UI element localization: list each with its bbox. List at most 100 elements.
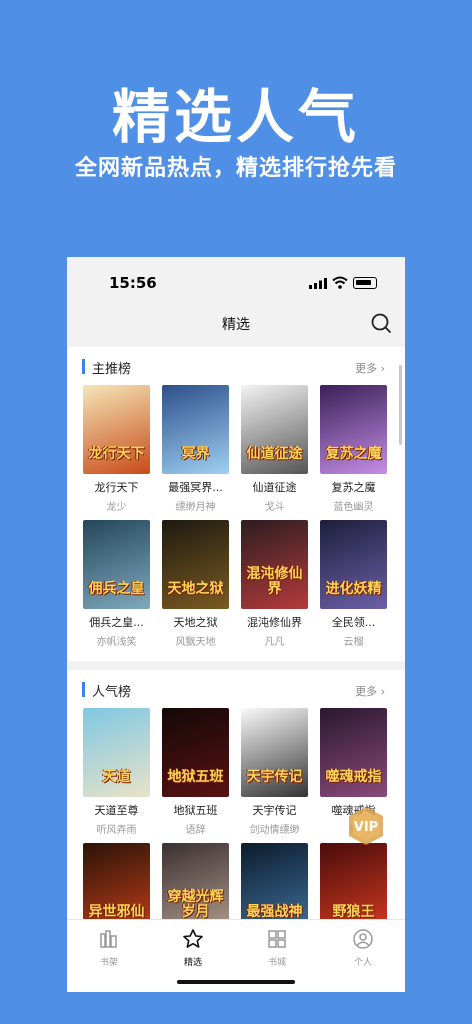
book-cover[interactable]: 噬魂戒指: [320, 708, 387, 797]
status-bar: 15:56: [67, 257, 405, 307]
book-cover[interactable]: 龙行天下: [83, 385, 150, 474]
book-cover[interactable]: 穿越光辉岁月: [162, 843, 229, 919]
book-title: 全民领...: [331, 616, 376, 629]
book-cover[interactable]: 异世邪仙: [83, 843, 150, 919]
book-cover[interactable]: 进化妖精: [320, 520, 387, 609]
book-item[interactable]: 穿越光辉岁月: [162, 843, 229, 919]
tab-grid[interactable]: 书城: [247, 928, 307, 968]
book-title: 佣兵之皇...: [89, 616, 144, 629]
book-cover[interactable]: 复苏之魔: [320, 385, 387, 474]
section-accent-bar: [82, 359, 85, 374]
book-item[interactable]: 天地之狱 天地之狱 风飘天地: [162, 520, 229, 655]
cover-title-art: 佣兵之皇: [88, 581, 145, 597]
book-author: 语辞: [185, 825, 206, 836]
book-author: 戈斗: [264, 502, 285, 513]
ranking-section: 人气榜 更多 › 天道 天道至尊 听风弄雨 地狱五班 地狱五班 语辞 天宇传记 天宇传记 剑动情缥缈…: [67, 670, 405, 919]
book-cover[interactable]: 天道: [83, 708, 150, 797]
cover-title-art: 进化妖精: [325, 581, 382, 597]
book-item[interactable]: 佣兵之皇佣兵之皇... 亦帆浅笑: [83, 520, 150, 655]
ranking-section: 主推榜 更多 › 龙行天下 龙行天下 龙少 冥界 最强冥界... 缥缈月神 仙道征途 仙道征途 戈斗…: [67, 347, 405, 661]
book-cover[interactable]: 野狼王: [320, 843, 387, 919]
book-item[interactable]: 野狼王: [320, 843, 387, 919]
nav-bar: 精选: [67, 307, 405, 345]
cover-title-art: 冥界: [181, 446, 210, 462]
book-item[interactable]: 最强战神: [241, 843, 308, 919]
book-title: 仙道征途: [252, 481, 297, 494]
more-label: 更多: [355, 685, 378, 698]
section-title: 主推榜: [92, 362, 132, 377]
book-author: 凡凡: [264, 637, 285, 648]
phone-screen: 15:56 精选 主推榜 更多 › 龙行天下 龙行天下 龙少 冥界 最强冥界... 缥缈月神仙…: [67, 257, 405, 992]
book-cover[interactable]: 天地之狱: [162, 520, 229, 609]
book-item[interactable]: 异世邪仙: [83, 843, 150, 919]
cover-title-art: 龙行天下: [88, 446, 145, 462]
grid-icon: [268, 930, 286, 948]
book-author: 缥缈月神: [175, 502, 216, 513]
book-item[interactable]: 冥界最强冥界... 缥缈月神: [162, 385, 229, 520]
more-link[interactable]: 更多 ›: [355, 360, 385, 376]
vip-badge-icon[interactable]: VIP: [345, 805, 387, 847]
book-cover[interactable]: 混沌修仙界: [241, 520, 308, 609]
promo-subline: 全网新品热点，精选排行抢先看: [74, 156, 397, 181]
bookshelf-icon: [100, 930, 117, 948]
cover-title-art: 穿越光辉岁月: [167, 889, 224, 920]
book-title: 复苏之魔: [331, 481, 376, 494]
book-item[interactable]: 仙道征途 仙道征途 戈斗: [241, 385, 308, 520]
cover-title-art: 异世邪仙: [88, 904, 145, 920]
battery-icon: [353, 277, 377, 289]
book-author: 剑动情缥缈: [249, 825, 300, 836]
book-cover[interactable]: 仙道征途: [241, 385, 308, 474]
book-item[interactable]: 进化妖精全民领... 云榴: [320, 520, 387, 655]
status-time: 15:56: [109, 274, 157, 292]
cover-title-art: 天地之狱: [167, 581, 224, 597]
chevron-right-icon: ›: [377, 362, 385, 375]
search-icon[interactable]: [370, 312, 392, 334]
book-author: 龙少: [106, 502, 127, 513]
book-title: 天地之狱: [173, 616, 218, 629]
cover-title-art: 天宇传记: [246, 769, 303, 785]
book-title: 龙行天下: [94, 481, 139, 494]
book-cover[interactable]: 冥界: [162, 385, 229, 474]
section-accent-bar: [82, 682, 85, 697]
section-header: 人气榜 更多 ›: [67, 670, 405, 708]
book-author: 蓝色幽灵: [333, 502, 374, 513]
tab-label: 书城: [267, 958, 286, 968]
book-item[interactable]: 龙行天下 龙行天下 龙少: [83, 385, 150, 520]
book-item[interactable]: 天道 天道至尊 听风弄雨: [83, 708, 150, 843]
book-item[interactable]: 混沌修仙界 混沌修仙界 凡凡: [241, 520, 308, 655]
book-title: 最强冥界...: [168, 481, 223, 494]
book-cover[interactable]: 最强战神: [241, 843, 308, 919]
book-item[interactable]: 复苏之魔 复苏之魔 蓝色幽灵: [320, 385, 387, 520]
book-author: 听风弄雨: [96, 825, 137, 836]
cover-title-art: 最强战神: [246, 904, 303, 920]
promo-headline: 精选人气: [111, 83, 360, 151]
person-icon: [353, 929, 373, 949]
book-author: 云榴: [343, 637, 364, 648]
tab-bookshelf[interactable]: 书架: [79, 928, 139, 968]
book-title: 地狱五班: [173, 804, 218, 817]
book-cover[interactable]: 地狱五班: [162, 708, 229, 797]
book-cover[interactable]: 天宇传记: [241, 708, 308, 797]
book-title: 天宇传记: [252, 804, 297, 817]
section-header: 主推榜 更多 ›: [67, 347, 405, 385]
signal-icon: [309, 278, 327, 289]
book-author: 风飘天地: [175, 637, 216, 648]
tab-star[interactable]: 精选: [163, 928, 223, 968]
cover-title-art: 天道: [102, 769, 131, 785]
home-indicator: [177, 980, 295, 984]
book-cover[interactable]: 佣兵之皇: [83, 520, 150, 609]
tab-person[interactable]: 个人: [333, 928, 393, 968]
cover-title-art: 噬魂戒指: [325, 769, 382, 785]
tab-label: 精选: [183, 958, 202, 968]
book-item[interactable]: 天宇传记 天宇传记 剑动情缥缈: [241, 708, 308, 843]
scrollbar[interactable]: [399, 365, 402, 445]
cover-title-art: 仙道征途: [246, 446, 303, 462]
cover-title-art: 混沌修仙界: [246, 566, 303, 597]
vip-badge-text: VIP: [354, 820, 378, 835]
more-link[interactable]: 更多 ›: [355, 683, 385, 699]
star-icon: [183, 929, 203, 948]
nav-title: 精选: [222, 317, 250, 333]
book-author: 亦帆浅笑: [96, 637, 137, 648]
book-grid: 龙行天下 龙行天下 龙少 冥界 最强冥界... 缥缈月神 仙道征途 仙道征途 戈斗 复苏之魔 复苏之…: [67, 385, 405, 655]
book-item[interactable]: 地狱五班 地狱五班 语辞: [162, 708, 229, 843]
